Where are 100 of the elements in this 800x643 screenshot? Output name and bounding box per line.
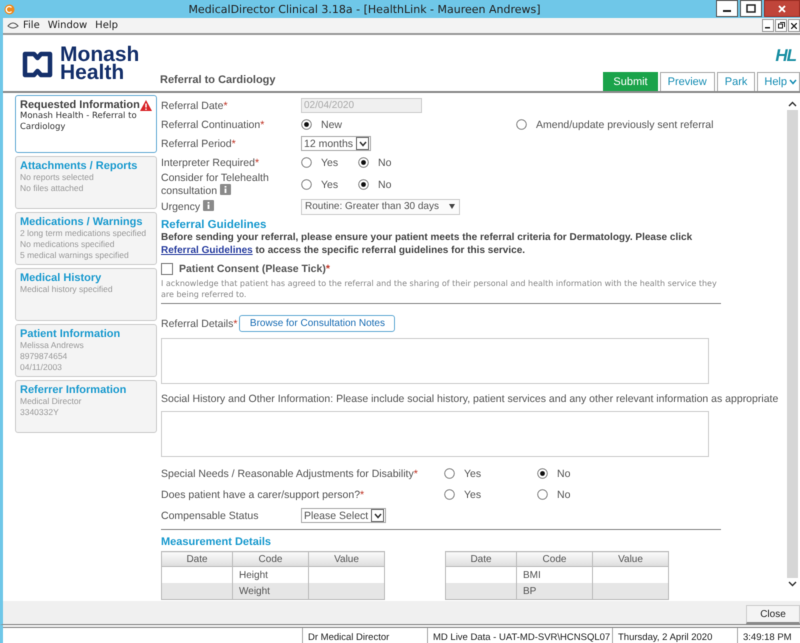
option-label: New [321,118,342,130]
radio-button[interactable] [537,468,548,479]
select-field[interactable]: 12 months [301,136,372,151]
column-header: Value [308,552,384,566]
sidebar-item[interactable]: Attachments / Reports No reports selected No files attached [15,156,157,209]
field-label: Interpreter Required* [161,156,260,168]
menu-item[interactable]: File [23,20,40,31]
sidebar-item-detail: No medications specified [20,239,116,250]
close-button[interactable]: Close [746,605,800,624]
field-label: Urgency [161,200,301,213]
toolbar-button[interactable]: Preview [660,72,715,91]
table-cell: Weight [232,583,308,600]
logo-icon [21,50,54,78]
column-header: Value [592,552,668,566]
scroll-down-icon[interactable] [788,581,797,587]
sidebar-item-title: Requested Information [20,99,140,111]
sidebar-item-detail: No files attached [20,183,84,194]
sidebar-item-title: Medical History [20,272,102,284]
logo-text: Monash [60,46,140,64]
sidebar-item-detail: 04/11/2003 [20,362,63,373]
logo-text: Health [60,64,124,82]
scrollbar-thumb[interactable] [787,110,798,578]
restore-icon [778,22,784,29]
sidebar-item[interactable]: Requested Information Monash Health - Referral to Cardiology [15,95,157,153]
sidebar-item-detail: Melissa Andrews [20,340,85,351]
close-button[interactable] [788,19,800,32]
column-header: Code [516,552,592,566]
radio-button[interactable] [301,179,312,190]
sidebar-item-title: Attachments / Reports [20,160,138,172]
sidebar-item[interactable]: Patient Information Melissa Andrews 8979874654 04/11/2003 [15,324,157,377]
consent-note: I acknowledge that patient has agreed to the referral and the sharing of their personal and health information with the health service they are being referred to. [161,278,718,300]
field-label: Referral Period* [161,138,237,150]
close-icon [791,22,797,28]
sidebar-item-detail: 2 long term medications specified [20,228,148,239]
close-button[interactable] [764,0,800,17]
radio-button[interactable] [301,157,312,168]
column-header: Code [232,552,308,566]
minimize-button[interactable] [762,19,774,32]
app-icon [4,4,15,14]
restore-button[interactable] [775,19,787,32]
maximize-icon [746,4,756,13]
radio-button[interactable] [516,119,527,130]
status-text: MD Live Data - UAT-MD-SVR\HCNSQL07 [428,628,613,643]
toolbar-button[interactable]: Help [757,72,800,91]
select-field[interactable]: Please Select [301,508,386,523]
guidelines-link[interactable]: Referral Guidelines [161,245,253,256]
sidebar-item-detail: 3340332Y [20,407,60,418]
sidebar-item-detail: 8979874654 [20,351,68,362]
scroll-up-icon[interactable] [788,101,797,107]
radio-button[interactable] [444,489,455,500]
caret-icon [358,140,367,146]
dropdown-field[interactable]: Routine: Greater than 30 days [301,198,460,214]
caret-icon [374,512,382,518]
column-header: Date [446,552,516,566]
minimize-button[interactable] [716,0,738,17]
sidebar-item-detail: Medical Director [20,396,82,407]
eye-icon [7,21,19,30]
section-heading: Measurement Details [161,536,272,548]
field-label: Referral Continuation* [161,118,266,130]
maximize-button[interactable] [740,0,762,17]
field-label: Does patient have a carer/support person?* [161,488,366,500]
menu-item[interactable]: Help [95,20,118,31]
checkbox[interactable] [161,263,173,275]
sidebar-item-detail: Monash Health - Referral to Cardiology [20,111,138,133]
option-label: No [378,156,392,168]
status-text: Thursday, 2 April 2020 [613,628,738,643]
radio-button[interactable] [301,119,312,130]
option-label: No [557,488,570,500]
field-label: Referral Date* [161,100,229,112]
checkbox-label: Patient Consent (Please Tick)* [179,263,330,275]
radio-button[interactable] [444,468,455,479]
option-label: Amend/update previously sent referral [536,118,714,130]
option-label: Yes [321,156,338,168]
form-title: Referral to Cardiology [160,74,277,86]
status-text: 3:49:18 PM [742,631,793,643]
sidebar-item-title: Patient Information [20,328,120,340]
option-label: Yes [321,178,338,190]
menu-item[interactable]: Window [48,20,88,31]
sidebar-item-title: Medications / Warnings [20,216,142,228]
sidebar-item[interactable]: Medical History Medical history specified [15,268,157,321]
field-label: Referral Details* [161,318,238,330]
sidebar-item[interactable]: Referrer Information Medical Director 3340332Y [15,380,157,433]
caret-icon [449,204,455,209]
radio-button[interactable] [358,157,369,168]
field-label: Consider for Telehealth consultation [161,172,270,197]
option-label: Yes [464,488,482,500]
sidebar-item-detail: Medical history specified [20,284,114,295]
sidebar-item[interactable]: Medications / Warnings 2 long term medications specified No medications specified 5 medical warnings specified [15,212,157,265]
field-label: Social History and Other Information: Please include social history, patient services and any other relevant information as appropriate [161,393,780,405]
table-cell: BP [516,583,592,600]
radio-button[interactable] [358,179,369,190]
field-label: Compensable Status [161,510,260,522]
toolbar-button[interactable]: Park [716,72,756,91]
close-icon [778,4,786,12]
browse-button[interactable]: Browse for Consultation Notes [239,315,396,332]
radio-button[interactable] [537,489,548,500]
toolbar-button[interactable]: Submit [603,72,658,91]
logo-text: HL [775,46,796,66]
sidebar-item-detail: No reports selected [20,172,95,183]
field-label: Special Needs / Reasonable Adjustments for Disability* [161,468,419,480]
